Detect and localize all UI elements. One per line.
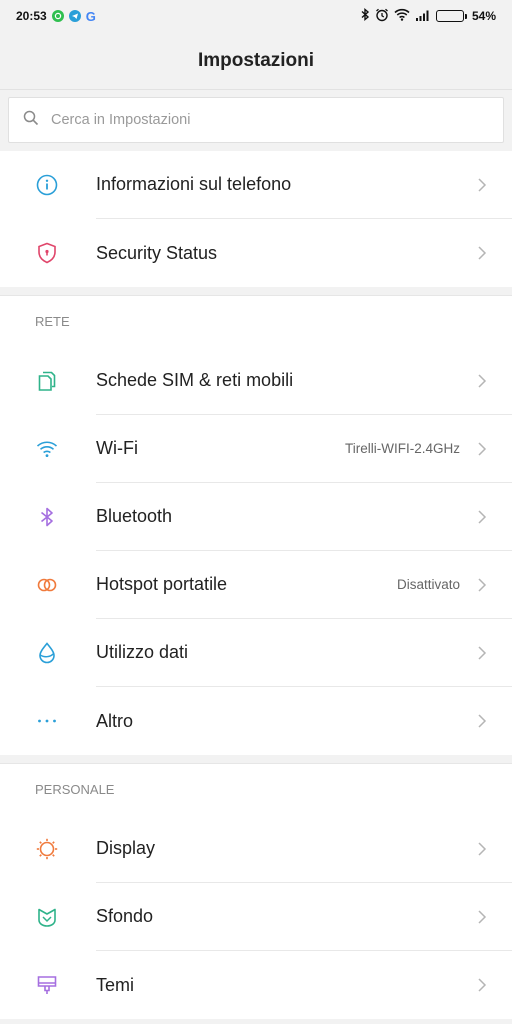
settings-group-top: Informazioni sul telefono Security Statu… xyxy=(0,151,512,287)
chevron-right-icon xyxy=(478,577,487,592)
sun-icon xyxy=(0,815,96,883)
settings-group-rete: RETE Schede SIM & reti mobili Wi-Fi Tire… xyxy=(0,295,512,755)
signal-icon xyxy=(415,9,431,24)
chevron-right-icon xyxy=(478,246,487,260)
settings-row-security-status[interactable]: Security Status xyxy=(0,219,512,287)
wifi-icon xyxy=(394,8,410,24)
page-title: Impostazioni xyxy=(0,32,512,90)
settings-row-label: Informazioni sul telefono xyxy=(96,174,292,194)
settings-row-sim-cards[interactable]: Schede SIM & reti mobili xyxy=(0,347,512,415)
settings-row-label: Schede SIM & reti mobili xyxy=(96,370,294,390)
settings-row-label: Bluetooth xyxy=(96,506,173,526)
clock: 20:53 xyxy=(16,9,47,23)
status-bar-left: 20:53 G xyxy=(16,9,96,24)
google-icon: G xyxy=(85,8,96,24)
section-divider xyxy=(0,755,512,763)
bluetooth-icon xyxy=(0,483,96,551)
whatsapp-icon xyxy=(51,10,64,22)
settings-row-bluetooth[interactable]: Bluetooth xyxy=(0,483,512,551)
status-bar-right: 54% xyxy=(360,8,496,25)
settings-row-display[interactable]: Display xyxy=(0,815,512,883)
info-icon xyxy=(0,151,96,219)
hotspot-icon xyxy=(0,551,96,619)
search-icon xyxy=(23,110,39,131)
settings-row-label: Hotspot portatile xyxy=(96,574,228,594)
wifi-icon xyxy=(0,415,96,483)
hotspot-status: Disattivato xyxy=(396,577,460,592)
settings-row-wallpaper[interactable]: Sfondo xyxy=(0,883,512,951)
chevron-right-icon xyxy=(478,441,487,456)
settings-row-hotspot[interactable]: Hotspot portatile Disattivato xyxy=(0,551,512,619)
search-input[interactable] xyxy=(51,112,451,128)
chevron-right-icon xyxy=(478,909,487,924)
chevron-right-icon xyxy=(478,978,487,992)
settings-row-label: Temi xyxy=(96,974,135,995)
bluetooth-icon xyxy=(360,8,370,24)
settings-row-label: Sfondo xyxy=(96,906,154,926)
chevron-right-icon xyxy=(478,645,487,660)
settings-row-wifi[interactable]: Wi-Fi Tirelli-WIFI-2.4GHz xyxy=(0,415,512,483)
settings-row-label: Display xyxy=(96,838,156,858)
settings-row-label: Utilizzo dati xyxy=(96,642,189,662)
telegram-icon xyxy=(68,10,81,22)
chevron-right-icon xyxy=(478,373,487,388)
battery-icon xyxy=(435,10,467,22)
section-divider xyxy=(0,287,512,295)
chevron-right-icon xyxy=(478,841,487,856)
settings-row-more[interactable]: Altro xyxy=(0,687,512,755)
settings-group-personale: PERSONALE Display Sfondo Temi xyxy=(0,763,512,1019)
search-bar[interactable] xyxy=(8,97,504,143)
battery-percent: 54% xyxy=(471,9,496,23)
settings-row-data-usage[interactable]: Utilizzo dati xyxy=(0,619,512,687)
shield-icon xyxy=(0,219,96,287)
settings-row-about-phone[interactable]: Informazioni sul telefono xyxy=(0,151,512,219)
settings-row-label: Altro xyxy=(96,710,134,731)
status-bar: 20:53 G 54% xyxy=(0,0,512,32)
wallpaper-icon xyxy=(0,883,96,951)
section-header-personale: PERSONALE xyxy=(0,763,512,815)
search-container xyxy=(0,90,512,151)
chevron-right-icon xyxy=(478,177,487,192)
more-dots-icon xyxy=(0,687,96,755)
sim-icon xyxy=(0,347,96,415)
settings-row-label: Security Status xyxy=(96,242,218,263)
theme-brush-icon xyxy=(0,951,96,1019)
settings-row-themes[interactable]: Temi xyxy=(0,951,512,1019)
chevron-right-icon xyxy=(478,509,487,524)
alarm-icon xyxy=(375,8,389,25)
settings-row-label: Wi-Fi xyxy=(96,438,138,458)
section-header-rete: RETE xyxy=(0,295,512,347)
data-drop-icon xyxy=(0,619,96,687)
wifi-network-name: Tirelli-WIFI-2.4GHz xyxy=(345,441,460,456)
chevron-right-icon xyxy=(478,714,487,728)
